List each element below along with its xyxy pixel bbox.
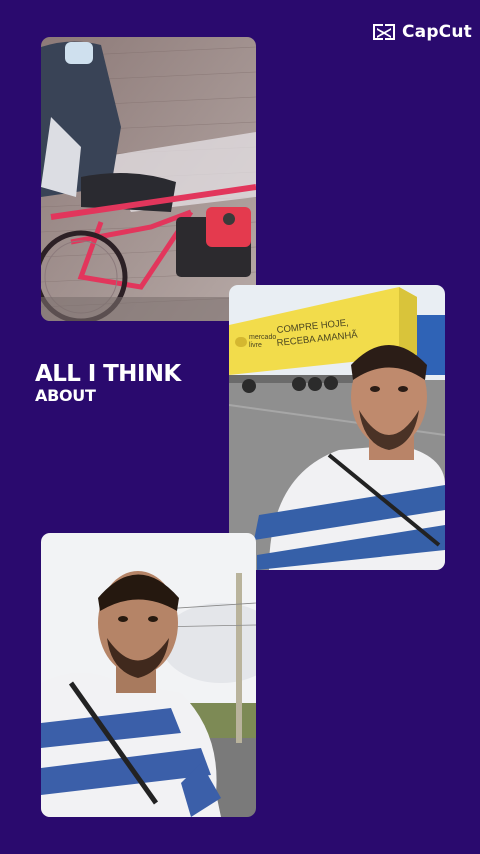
photo-bike <box>41 37 256 321</box>
capcut-logo-text: CapCut <box>401 22 472 42</box>
capcut-logo: CapCut <box>371 22 472 42</box>
headline-main: ALL I THINK <box>35 361 181 387</box>
truck-brand-line2: livre <box>249 342 262 349</box>
photo-road <box>41 533 256 817</box>
photo-truck: mercado livre COMPRE HOJE, RECEBA AMANHÃ <box>229 285 445 570</box>
headline: ALL I THINK ABOUT <box>35 362 181 405</box>
headline-sub: ABOUT <box>35 386 96 405</box>
truck-brand-line1: mercado <box>249 334 276 341</box>
capcut-logo-icon <box>371 22 397 42</box>
